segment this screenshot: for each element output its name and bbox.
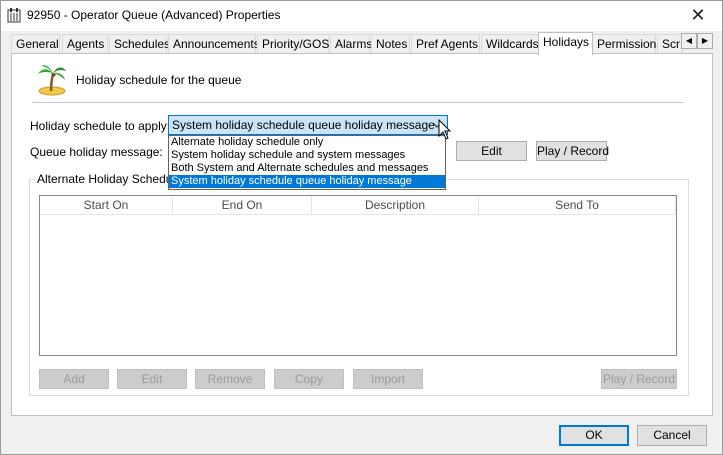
tab-scroll-right-button[interactable]: ▶ bbox=[697, 33, 713, 49]
option-system-and-system-messages[interactable]: System holiday schedule and system messa… bbox=[169, 149, 445, 162]
tab-scr[interactable]: Scr bbox=[657, 34, 683, 54]
tab-strip: General Agents Schedules Announcements P… bbox=[11, 32, 713, 55]
holiday-schedule-select[interactable]: System holiday schedule queue holiday me… bbox=[168, 115, 448, 135]
holiday-schedule-value: System holiday schedule queue holiday me… bbox=[172, 118, 435, 132]
schedule-label: Holiday schedule to apply: bbox=[30, 119, 171, 133]
column-end-on[interactable]: End On bbox=[173, 196, 312, 215]
ok-button[interactable]: OK bbox=[559, 425, 629, 446]
holidays-panel: Holiday schedule for the queue Holiday s… bbox=[11, 53, 713, 416]
tab-schedules[interactable]: Schedules bbox=[109, 34, 170, 54]
edit-message-button[interactable]: Edit bbox=[456, 141, 527, 161]
title-bar[interactable]: 92950 - Operator Queue (Advanced) Proper… bbox=[1, 1, 722, 31]
tab-holidays[interactable]: Holidays bbox=[538, 32, 593, 55]
mouse-cursor-icon bbox=[438, 119, 452, 140]
column-description[interactable]: Description bbox=[312, 196, 479, 215]
option-both-schedules[interactable]: Both System and Alternate schedules and … bbox=[169, 162, 445, 175]
tab-announcements[interactable]: Announcements bbox=[168, 34, 260, 54]
queue-message-label: Queue holiday message: bbox=[30, 145, 163, 159]
close-button[interactable]: ✕ bbox=[678, 1, 718, 31]
list-header: Start On End On Description Send To bbox=[40, 196, 676, 215]
queue-app-icon bbox=[7, 8, 21, 23]
holidays-header: Holiday schedule for the queue bbox=[76, 73, 242, 87]
edit-button[interactable]: Edit bbox=[117, 369, 187, 389]
palm-tree-icon bbox=[38, 65, 66, 96]
tab-agents[interactable]: Agents bbox=[62, 34, 108, 54]
tab-permissions[interactable]: Permissions bbox=[592, 34, 662, 54]
header-separator bbox=[32, 102, 684, 103]
column-start-on[interactable]: Start On bbox=[40, 196, 173, 215]
alternate-schedule-group: Alternate Holiday Schedule Start On End … bbox=[29, 173, 689, 396]
column-send-to[interactable]: Send To bbox=[479, 196, 676, 215]
tab-general[interactable]: General bbox=[11, 34, 60, 54]
play-record-message-button[interactable]: Play / Record bbox=[536, 141, 609, 161]
alternate-schedule-label: Alternate Holiday Schedule bbox=[35, 172, 184, 186]
tab-notes[interactable]: Notes bbox=[371, 34, 410, 54]
import-button[interactable]: Import bbox=[353, 369, 423, 389]
properties-window: 92950 - Operator Queue (Advanced) Proper… bbox=[0, 0, 723, 455]
add-button[interactable]: Add bbox=[39, 369, 109, 389]
remove-button[interactable]: Remove bbox=[195, 369, 265, 389]
tab-alarms[interactable]: Alarms bbox=[330, 34, 372, 54]
tab-priority-gos[interactable]: Priority/GOS bbox=[257, 34, 329, 54]
tab-pref-agents[interactable]: Pref Agents bbox=[411, 34, 480, 54]
tab-scroll-left-button[interactable]: ◀ bbox=[681, 33, 697, 49]
dialog-footer: OK Cancel bbox=[1, 417, 722, 454]
copy-button[interactable]: Copy bbox=[274, 369, 344, 389]
window-title: 92950 - Operator Queue (Advanced) Proper… bbox=[27, 8, 281, 22]
option-system-queue-message[interactable]: System holiday schedule queue holiday me… bbox=[169, 175, 445, 188]
cancel-button[interactable]: Cancel bbox=[637, 425, 707, 446]
tab-wildcards[interactable]: Wildcards bbox=[481, 34, 539, 54]
play-record-button[interactable]: Play / Record bbox=[601, 369, 677, 389]
holiday-schedule-dropdown: Alternate holiday schedule only System h… bbox=[168, 135, 446, 190]
option-alternate-only[interactable]: Alternate holiday schedule only bbox=[169, 136, 445, 149]
alternate-schedule-list[interactable]: Start On End On Description Send To bbox=[39, 195, 677, 356]
